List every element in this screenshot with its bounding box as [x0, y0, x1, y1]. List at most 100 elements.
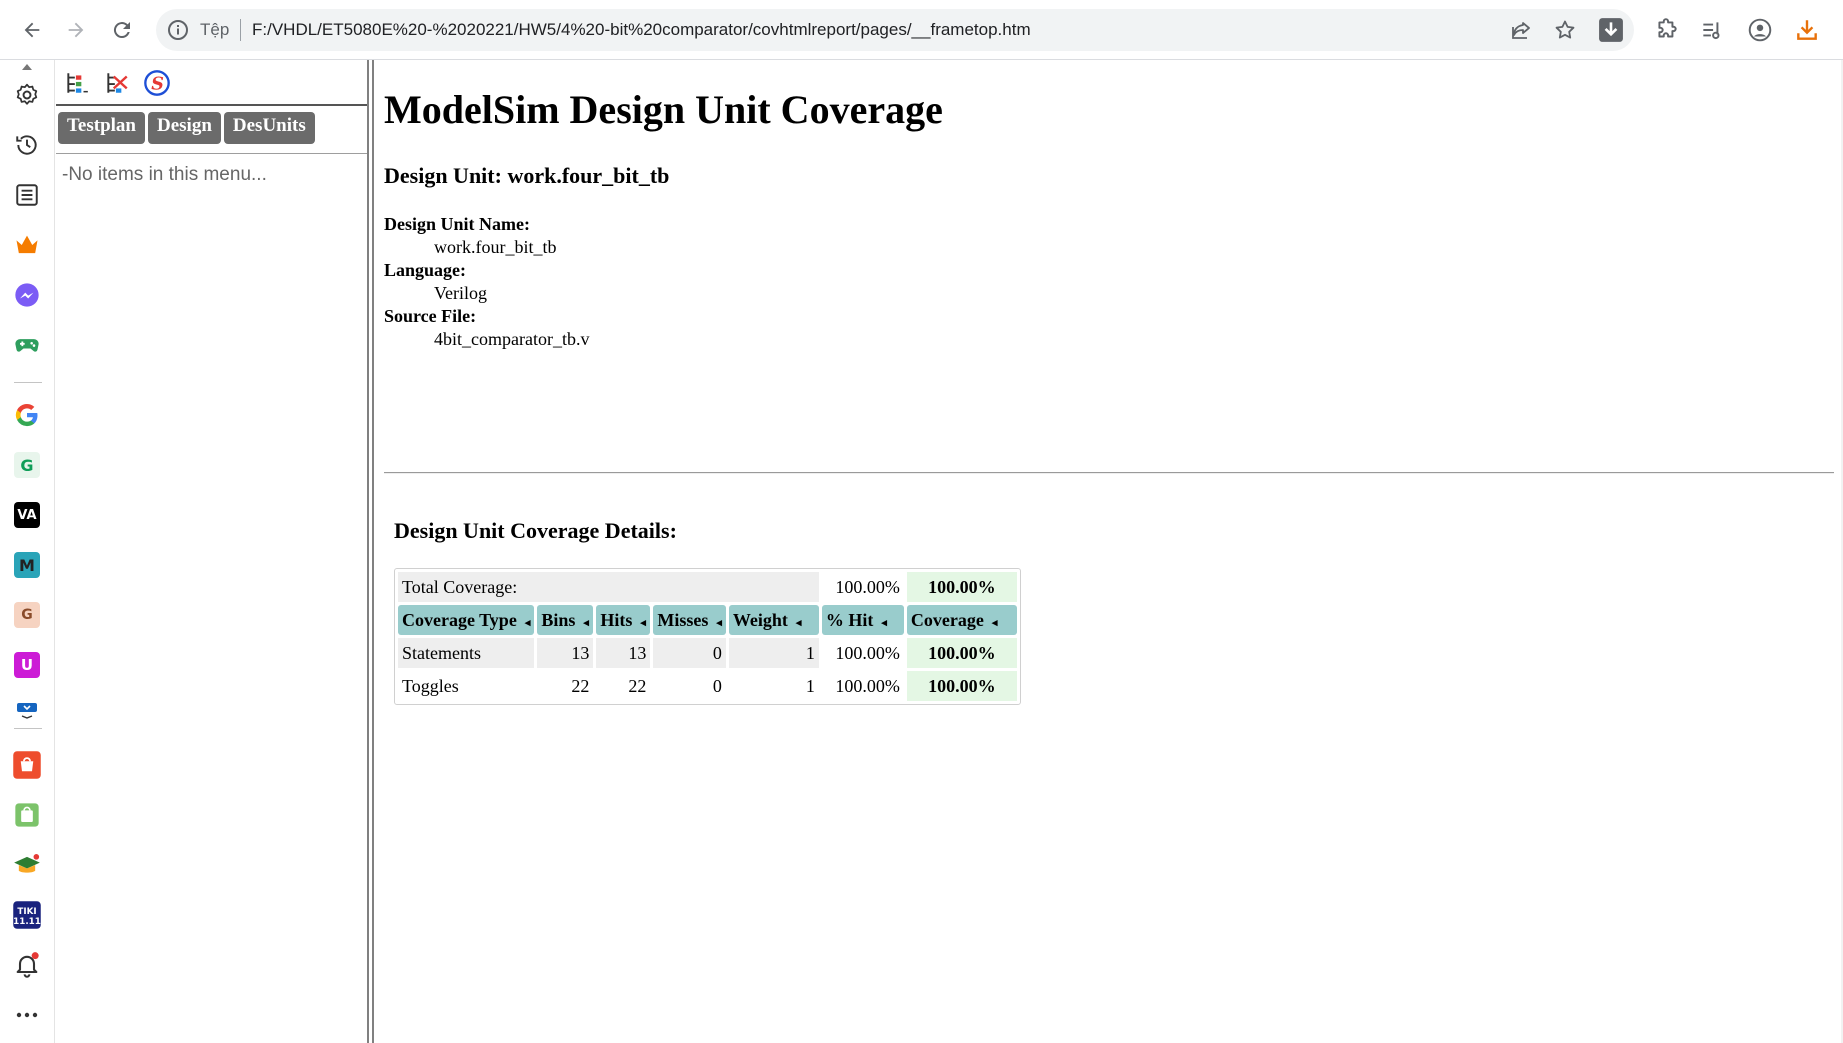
scroll-up-icon[interactable] — [12, 62, 42, 72]
empty-menu-message: -No items in this menu... — [62, 164, 267, 185]
tiki-icon[interactable]: TIKI 11.11 — [12, 900, 42, 930]
frame-splitter[interactable] — [367, 60, 374, 1043]
row-pct-hit: 100.00% — [835, 675, 900, 696]
sort-arrow-icon: ◂ — [795, 616, 802, 629]
menu-toolbar: S — [62, 68, 172, 98]
address-bar[interactable]: Tệp F:/VHDL/ET5080E%20-%2020221/HW5/4%20… — [156, 9, 1634, 51]
coverage-details-heading: Design Unit Coverage Details: — [394, 518, 677, 543]
url-text[interactable]: F:/VHDL/ET5080E%20-%2020221/HW5/4%20-bit… — [252, 20, 1031, 40]
tv-app-icon[interactable] — [12, 700, 42, 720]
sidebar-app-4[interactable]: G — [12, 600, 42, 630]
va-icon: VA — [14, 502, 40, 528]
puzzle-icon[interactable] — [1654, 17, 1680, 43]
menu-toolbar-divider — [56, 104, 368, 106]
gear-icon[interactable] — [12, 80, 42, 110]
gamepad-icon[interactable] — [12, 330, 42, 360]
info-icon[interactable] — [166, 18, 190, 42]
sort-arrow-icon: ◂ — [881, 616, 887, 629]
reload-button[interactable] — [104, 12, 140, 48]
language-value: Verilog — [434, 283, 487, 303]
row-misses: 0 — [712, 675, 722, 696]
google-icon[interactable] — [12, 400, 42, 430]
grammarly-icon: G — [14, 452, 40, 478]
sidebar-app-5[interactable]: U — [12, 650, 42, 680]
table-header-row: Coverage Type ◂ Bins ◂ Hits ◂ Misses ◂ Weigh… — [398, 605, 1017, 635]
shopee-icon[interactable] — [12, 750, 42, 780]
sort-arrow-icon: ◂ — [524, 616, 531, 629]
table-row: Statements 13 13 0 1 100.00% 100.00% — [398, 638, 1017, 668]
tab-desunits[interactable]: DesUnits — [223, 112, 315, 144]
arrow-right-icon — [68, 22, 84, 38]
tree-collapse-icon[interactable] — [102, 68, 132, 98]
source-file-label: Source File: — [384, 306, 477, 326]
graduation-icon[interactable] — [12, 850, 42, 880]
profile-icon[interactable] — [1747, 17, 1773, 43]
menu-tabs: Testplan Design DesUnits — [58, 112, 315, 144]
row-weight: 1 — [728, 638, 819, 668]
report-menu-frame: S Testplan Design DesUnits -No items in … — [56, 60, 368, 1043]
download-extension-icon[interactable] — [1598, 17, 1624, 43]
omnibox-divider — [240, 19, 241, 41]
header-hits[interactable]: Hits ◂ — [596, 605, 651, 635]
sort-arrow-icon: ◂ — [640, 616, 646, 629]
header-coverage-type[interactable]: Coverage Type ◂ — [398, 605, 535, 635]
reload-icon — [113, 22, 130, 39]
source-file-value: 4bit_comparator_tb.v — [434, 329, 590, 349]
tab-design[interactable]: Design — [148, 112, 221, 144]
menu-tabs-divider — [56, 153, 368, 154]
site-info-label[interactable]: Tệp — [200, 20, 229, 40]
sidebar-app-1[interactable]: G — [12, 450, 42, 480]
sidebar-divider — [14, 382, 42, 383]
share-icon[interactable] — [1509, 18, 1533, 42]
header-coverage[interactable]: Coverage ◂ — [906, 605, 1017, 635]
messenger-icon[interactable] — [12, 280, 42, 310]
header-bins[interactable]: Bins ◂ — [537, 605, 594, 635]
svg-text:11.11: 11.11 — [13, 917, 41, 927]
total-coverage-value: 100.00% — [906, 572, 1017, 602]
tree-expand-icon[interactable] — [62, 68, 92, 98]
forward-button[interactable] — [58, 12, 94, 48]
arrow-left-icon — [24, 22, 40, 38]
u-app-icon: U — [14, 652, 40, 678]
sort-arrow-icon: ◂ — [583, 616, 589, 629]
back-button[interactable] — [14, 12, 50, 48]
row-weight: 1 — [805, 675, 815, 696]
row-type-link[interactable]: Statements — [398, 638, 535, 668]
crown-icon[interactable] — [12, 230, 42, 260]
search-logo-icon[interactable]: S — [142, 68, 172, 98]
header-misses[interactable]: Misses ◂ — [653, 605, 726, 635]
history-icon[interactable] — [12, 130, 42, 160]
sort-arrow-icon: ◂ — [716, 616, 722, 629]
row-bins: 13 — [537, 638, 594, 668]
star-icon[interactable] — [1553, 18, 1577, 42]
row-bins: 22 — [571, 675, 590, 696]
shopping-bag-icon[interactable] — [12, 800, 42, 830]
tab-testplan[interactable]: Testplan — [58, 112, 145, 144]
list-icon[interactable] — [12, 180, 42, 210]
design-unit-info: Design Unit Name: work.four_bit_tb Langu… — [384, 213, 589, 351]
row-hits: 13 — [596, 638, 651, 668]
reading-list-icon[interactable] — [1699, 17, 1725, 43]
row-coverage: 100.00% — [906, 671, 1017, 701]
row-coverage: 100.00% — [906, 638, 1017, 668]
total-coverage-label: Total Coverage: — [398, 572, 819, 602]
design-unit-name-label: Design Unit Name: — [384, 214, 530, 234]
page-title: ModelSim Design Unit Coverage — [384, 87, 943, 132]
sidebar-app-3[interactable]: M — [12, 550, 42, 580]
row-pct-hit: 100.00% — [835, 642, 900, 663]
g-app-icon: G — [14, 602, 40, 628]
design-unit-name-value: work.four_bit_tb — [434, 237, 557, 257]
sidebar-divider-2 — [14, 728, 42, 729]
browser-toolbar: Tệp F:/VHDL/ET5080E%20-%2020221/HW5/4%20… — [0, 0, 1843, 60]
header-weight[interactable]: Weight ◂ — [728, 605, 819, 635]
header-pct-hit[interactable]: % Hit ◂ — [821, 605, 904, 635]
bell-icon[interactable] — [12, 950, 42, 980]
svg-text:S: S — [151, 74, 164, 94]
sidebar-app-2[interactable]: VA — [12, 500, 42, 530]
row-type-link[interactable]: Toggles — [398, 671, 534, 701]
section-divider — [384, 472, 1834, 474]
download-icon[interactable] — [1794, 17, 1820, 43]
more-icon[interactable] — [12, 1000, 42, 1030]
browser-sidebar: G VA M G U TIKI 11.11 — [0, 60, 55, 1043]
language-label: Language: — [384, 260, 467, 280]
